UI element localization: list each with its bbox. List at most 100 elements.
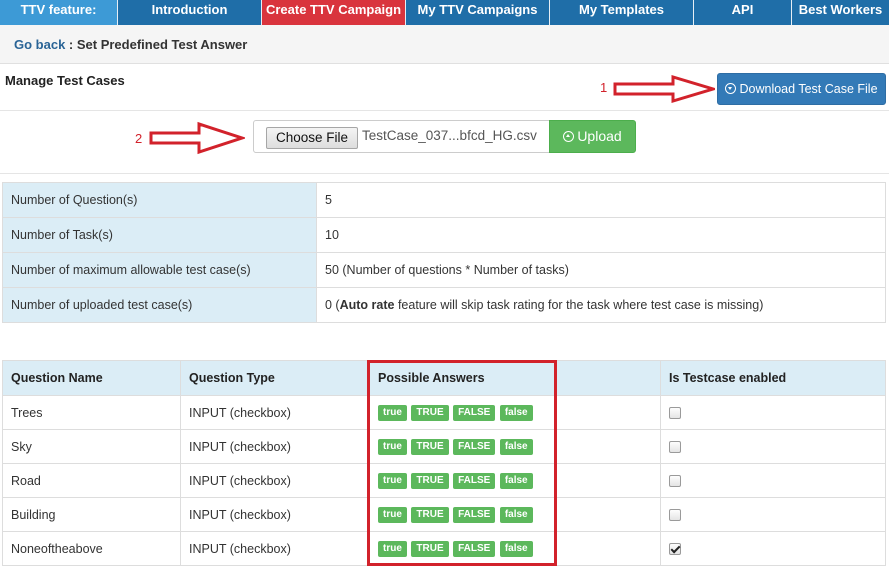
answer-badge: FALSE	[453, 405, 496, 421]
question-name: Noneoftheabove	[2, 531, 181, 566]
testcase-enabled-cell	[660, 463, 886, 498]
column-header-testcase-enabled: Is Testcase enabled	[660, 360, 886, 396]
file-input[interactable]: Choose File TestCase_037...bfcd_HG.csv	[253, 120, 550, 153]
table-header-row: Question Name Question Type Possible Ans…	[2, 360, 886, 396]
page-title: Set Predefined Test Answer	[76, 37, 248, 52]
download-test-case-button[interactable]: Download Test Case File	[717, 73, 886, 105]
testcase-enabled-checkbox[interactable]	[669, 441, 681, 454]
answer-badge: TRUE	[411, 541, 449, 557]
download-label: Download Test Case File	[739, 82, 878, 96]
answer-badge: true	[378, 405, 407, 421]
testcase-enabled-cell	[660, 429, 886, 464]
stat-label: Number of maximum allowable test case(s)	[2, 252, 317, 288]
table-row: Building INPUT (checkbox) true TRUE FALSE …	[2, 497, 886, 532]
answer-badge: true	[378, 473, 407, 489]
nav-item-my-campaigns[interactable]: My TTV Campaigns	[406, 0, 550, 25]
answer-badge: false	[499, 439, 533, 455]
question-type: INPUT (checkbox)	[180, 463, 370, 498]
stat-label: Number of Task(s)	[2, 217, 317, 253]
answer-badge: false	[499, 405, 533, 421]
annotation-arrow-right-icon	[149, 121, 245, 155]
question-type: INPUT (checkbox)	[180, 531, 370, 566]
annotation-number-2: 2	[135, 131, 143, 146]
upload-icon	[563, 131, 575, 142]
test-case-stats-table: Number of Question(s) 5 Number of Task(s…	[2, 182, 886, 323]
answer-badge: false	[499, 507, 533, 523]
manage-test-cases-section: Manage Test Cases 1 Download Test Case F…	[0, 64, 889, 111]
answer-badge: false	[499, 541, 533, 557]
possible-answers: true TRUE FALSE false	[369, 531, 661, 566]
testcase-enabled-cell	[660, 531, 886, 566]
stat-value: 0 (Auto rate feature will skip task rati…	[316, 287, 886, 323]
table-row: Number of Question(s) 5	[2, 182, 886, 218]
testcase-enabled-checkbox[interactable]	[669, 543, 681, 556]
question-type: INPUT (checkbox)	[180, 395, 370, 430]
nav-item-introduction[interactable]: Introduction	[118, 0, 262, 25]
annotation-number-1: 1	[600, 80, 608, 95]
question-name: Building	[2, 497, 181, 532]
testcase-enabled-checkbox[interactable]	[669, 407, 681, 420]
upload-label: Upload	[577, 128, 622, 144]
table-row: Number of maximum allowable test case(s)…	[2, 252, 886, 288]
download-icon	[725, 83, 737, 94]
table-row: Noneoftheabove INPUT (checkbox) true TRUE …	[2, 531, 886, 566]
answer-badge: true	[378, 439, 407, 455]
possible-answers: true TRUE FALSE false	[369, 497, 661, 532]
answer-badge: true	[378, 541, 407, 557]
question-name: Trees	[2, 395, 181, 430]
section-title: Manage Test Cases	[5, 73, 125, 88]
go-back-link[interactable]: Go back	[14, 37, 65, 52]
answer-badge: TRUE	[411, 507, 449, 523]
nav-feature-label: TTV feature:	[0, 0, 118, 25]
answer-badge: FALSE	[453, 541, 496, 557]
breadcrumb-separator: :	[65, 37, 77, 52]
nav-item-create-campaign[interactable]: Create TTV Campaign	[262, 0, 406, 25]
answer-badge: TRUE	[411, 405, 449, 421]
answer-badge: false	[499, 473, 533, 489]
possible-answers: true TRUE FALSE false	[369, 395, 661, 430]
stat-label: Number of uploaded test case(s)	[2, 287, 317, 323]
possible-answers: true TRUE FALSE false	[369, 463, 661, 498]
column-header-question-name: Question Name	[2, 360, 181, 396]
question-type: INPUT (checkbox)	[180, 497, 370, 532]
table-row: Number of Task(s) 10	[2, 217, 886, 253]
table-row: Trees INPUT (checkbox) true TRUE FALSE fal…	[2, 395, 886, 430]
possible-answers: true TRUE FALSE false	[369, 429, 661, 464]
stat-value: 5	[316, 182, 886, 218]
testcase-enabled-cell	[660, 497, 886, 532]
stat-value-suffix: feature will skip task rating for the ta…	[394, 298, 764, 312]
top-nav: TTV feature: Introduction Create TTV Cam…	[0, 0, 889, 25]
answer-badge: FALSE	[453, 473, 496, 489]
upload-section: 2 Choose File TestCase_037...bfcd_HG.csv…	[0, 111, 889, 174]
auto-rate-label: Auto rate	[339, 298, 395, 312]
answer-badge: true	[378, 507, 407, 523]
answer-badge: TRUE	[411, 473, 449, 489]
testcase-enabled-checkbox[interactable]	[669, 509, 681, 522]
column-header-question-type: Question Type	[180, 360, 370, 396]
selected-file-name: TestCase_037...bfcd_HG.csv	[362, 128, 537, 143]
stat-value: 10	[316, 217, 886, 253]
answer-badge: FALSE	[453, 439, 496, 455]
table-row: Number of uploaded test case(s) 0 (Auto …	[2, 287, 886, 323]
nav-item-my-templates[interactable]: My Templates	[550, 0, 694, 25]
stat-value-prefix: 0 (	[325, 298, 340, 312]
question-name: Sky	[2, 429, 181, 464]
question-type: INPUT (checkbox)	[180, 429, 370, 464]
nav-item-best-workers[interactable]: Best Workers	[792, 0, 889, 25]
table-row: Road INPUT (checkbox) true TRUE FALSE fals…	[2, 463, 886, 498]
choose-file-button[interactable]: Choose File	[266, 127, 358, 149]
upload-button[interactable]: Upload	[549, 120, 636, 153]
question-name: Road	[2, 463, 181, 498]
stat-value: 50 (Number of questions * Number of task…	[316, 252, 886, 288]
column-header-possible-answers: Possible Answers	[369, 360, 661, 396]
stat-label: Number of Question(s)	[2, 182, 317, 218]
testcase-enabled-checkbox[interactable]	[669, 475, 681, 488]
breadcrumb: Go back : Set Predefined Test Answer	[0, 25, 889, 64]
annotation-arrow-right-icon	[613, 74, 715, 104]
testcase-enabled-cell	[660, 395, 886, 430]
answer-badge: TRUE	[411, 439, 449, 455]
answer-badge: FALSE	[453, 507, 496, 523]
nav-item-api[interactable]: API	[694, 0, 792, 25]
questions-table: Question Name Question Type Possible Ans…	[2, 360, 886, 566]
table-row: Sky INPUT (checkbox) true TRUE FALSE false	[2, 429, 886, 464]
